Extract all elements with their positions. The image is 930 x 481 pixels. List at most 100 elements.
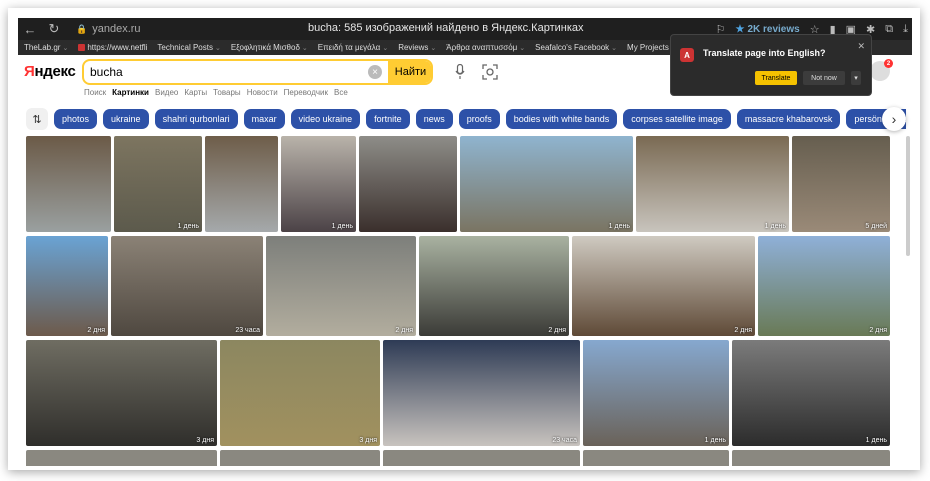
translate-icon: A <box>680 48 694 62</box>
browser-window: ← ↻ 🔒 yandex.ru bucha: 585 изображений н… <box>18 18 912 466</box>
image-thumbnail[interactable]: 23 часа <box>111 236 263 336</box>
query-chip[interactable]: bodies with white bands <box>505 109 618 129</box>
page-title: bucha: 585 изображений найдено в Яндекс.… <box>308 22 584 34</box>
image-thumbnail[interactable] <box>383 450 580 466</box>
bookmark-label: Reviews <box>398 43 429 52</box>
image-age-label: 1 день <box>608 223 630 230</box>
bookmark-label: Εξοφλητικά Μισθοδ <box>230 43 300 52</box>
image-age-label: 2 дня <box>548 327 566 334</box>
chevron-down-icon: ⌄ <box>214 44 221 52</box>
download-icon[interactable]: ⤓ <box>903 23 908 36</box>
image-age-label: 23 часа <box>552 437 577 444</box>
image-thumbnail[interactable] <box>583 450 729 466</box>
image-age-label: 1 день <box>177 223 199 230</box>
image-thumbnail[interactable]: 3 дня <box>220 340 380 446</box>
address-bar[interactable]: 🔒 yandex.ru <box>76 23 141 35</box>
image-thumbnail[interactable]: 2 дня <box>572 236 755 336</box>
chevron-down-icon: ⌄ <box>301 44 308 52</box>
query-chip[interactable]: maxar <box>243 109 285 129</box>
bookmark-item[interactable]: Seafalco's Facebook ⌄ <box>535 43 617 52</box>
image-thumbnail[interactable]: 2 дня <box>758 236 890 336</box>
reviews-badge[interactable]: ★ 2K reviews <box>735 24 799 35</box>
query-chip[interactable]: video ukraine <box>290 109 361 129</box>
clear-icon[interactable]: × <box>368 65 382 79</box>
tab-item[interactable]: Переводчик <box>284 88 328 97</box>
image-thumbnail[interactable] <box>26 136 111 232</box>
query-chip[interactable]: news <box>415 109 453 129</box>
translate-message: Translate page into English? <box>703 48 826 58</box>
image-thumbnail[interactable]: 1 день <box>281 136 356 232</box>
search-input[interactable] <box>84 61 368 83</box>
search-box: × Найти <box>82 59 433 85</box>
image-thumbnail[interactable] <box>26 450 217 466</box>
find-button[interactable]: Найти <box>388 61 431 83</box>
image-thumbnail[interactable]: 1 день <box>114 136 202 232</box>
query-chip[interactable]: proofs <box>458 109 500 129</box>
tab-item[interactable]: Видео <box>155 88 178 97</box>
image-thumbnail[interactable]: 1 день <box>583 340 729 446</box>
image-thumbnail[interactable]: 23 часа <box>383 340 580 446</box>
chevron-right-icon[interactable]: › <box>882 107 906 131</box>
tab-item[interactable]: Товары <box>213 88 241 97</box>
close-icon[interactable]: ✕ <box>857 41 865 52</box>
collections-icon[interactable]: ⧉ <box>885 23 893 36</box>
microphone-icon[interactable] <box>455 64 465 80</box>
bookmark-item[interactable]: TheLab.gr ⌄ <box>24 43 68 52</box>
image-age-label: 3 дня <box>359 437 377 444</box>
image-thumbnail[interactable]: 1 день <box>460 136 633 232</box>
image-thumbnail[interactable]: 3 дня <box>26 340 217 446</box>
related-queries: ⇅ photos ukraine shahri qurbonlari maxar vid… <box>26 108 906 130</box>
bookmark-item[interactable]: https://www.netfli <box>78 43 147 52</box>
scrollbar[interactable] <box>906 136 910 256</box>
image-thumbnail[interactable]: 5 дней <box>792 136 890 232</box>
bookmark-label: https://www.netfli <box>87 43 148 52</box>
query-chip[interactable]: photos <box>54 109 98 129</box>
image-thumbnail[interactable] <box>732 450 890 466</box>
bookmark-item[interactable]: Technical Posts ⌄ <box>157 43 220 52</box>
logo-letter: Я <box>24 63 35 80</box>
filter-icon[interactable]: ⇅ <box>26 108 48 130</box>
image-thumbnail[interactable] <box>220 450 380 466</box>
query-chip[interactable]: ukraine <box>103 109 149 129</box>
image-thumbnail[interactable]: 2 дня <box>419 236 569 336</box>
image-age-label: 2 дня <box>869 327 887 334</box>
image-thumbnail[interactable]: 2 дня <box>26 236 108 336</box>
logo-text: ндекс <box>34 63 76 80</box>
tab-item[interactable]: Картинки <box>112 88 149 97</box>
bookmark-label: Άρθρα αναπτυσσόμ <box>446 43 518 52</box>
image-thumbnail[interactable] <box>205 136 278 232</box>
chevron-down-icon: ⌄ <box>430 44 437 52</box>
camera-search-icon[interactable] <box>482 64 498 80</box>
image-thumbnail[interactable] <box>359 136 457 232</box>
bookmark-label: TheLab.gr <box>24 43 61 52</box>
query-chip[interactable]: fortnite <box>366 109 410 129</box>
image-thumbnail[interactable]: 1 день <box>732 340 890 446</box>
tab-item[interactable]: Все <box>334 88 348 97</box>
back-arrow-icon[interactable]: ← <box>18 18 42 40</box>
notification-badge: 2 <box>884 59 893 68</box>
not-now-button[interactable]: Not now <box>803 71 845 85</box>
chevron-down-icon: ⌄ <box>611 44 618 52</box>
bookmark-item[interactable]: Reviews ⌄ <box>398 43 436 52</box>
image-thumbnail[interactable]: 1 день <box>636 136 789 232</box>
query-chip[interactable]: corpses satellite image <box>623 109 731 129</box>
image-thumbnail[interactable]: 2 дня <box>266 236 416 336</box>
translate-button[interactable]: Translate <box>755 71 797 85</box>
image-age-label: 1 день <box>865 437 887 444</box>
chevron-down-icon: ⌄ <box>519 44 526 52</box>
chevron-down-icon[interactable]: ▾ <box>851 71 861 85</box>
query-chip[interactable]: shahri qurbonlari <box>154 109 238 129</box>
bookmark-item[interactable]: Επειδή τα μεγάλα ⌄ <box>318 43 388 52</box>
reload-icon[interactable]: ↻ <box>42 18 66 40</box>
tab-item[interactable]: Поиск <box>84 88 106 97</box>
translate-popup: A Translate page into English? ✕ Transla… <box>670 34 872 96</box>
tab-item[interactable]: Карты <box>184 88 207 97</box>
yandex-logo[interactable]: Яндекс <box>24 63 76 80</box>
query-chip[interactable]: massacre khabarovsk <box>736 109 841 129</box>
bookmark-label: Seafalco's Facebook <box>535 43 610 52</box>
bookmark-item[interactable]: Εξοφλητικά Μισθοδ ⌄ <box>231 43 308 52</box>
tab-item[interactable]: Новости <box>247 88 278 97</box>
chevron-down-icon: ⌄ <box>62 44 69 52</box>
chevron-down-icon: ⌄ <box>382 44 389 52</box>
bookmark-item[interactable]: Άρθρα αναπτυσσόμ ⌄ <box>446 43 525 52</box>
